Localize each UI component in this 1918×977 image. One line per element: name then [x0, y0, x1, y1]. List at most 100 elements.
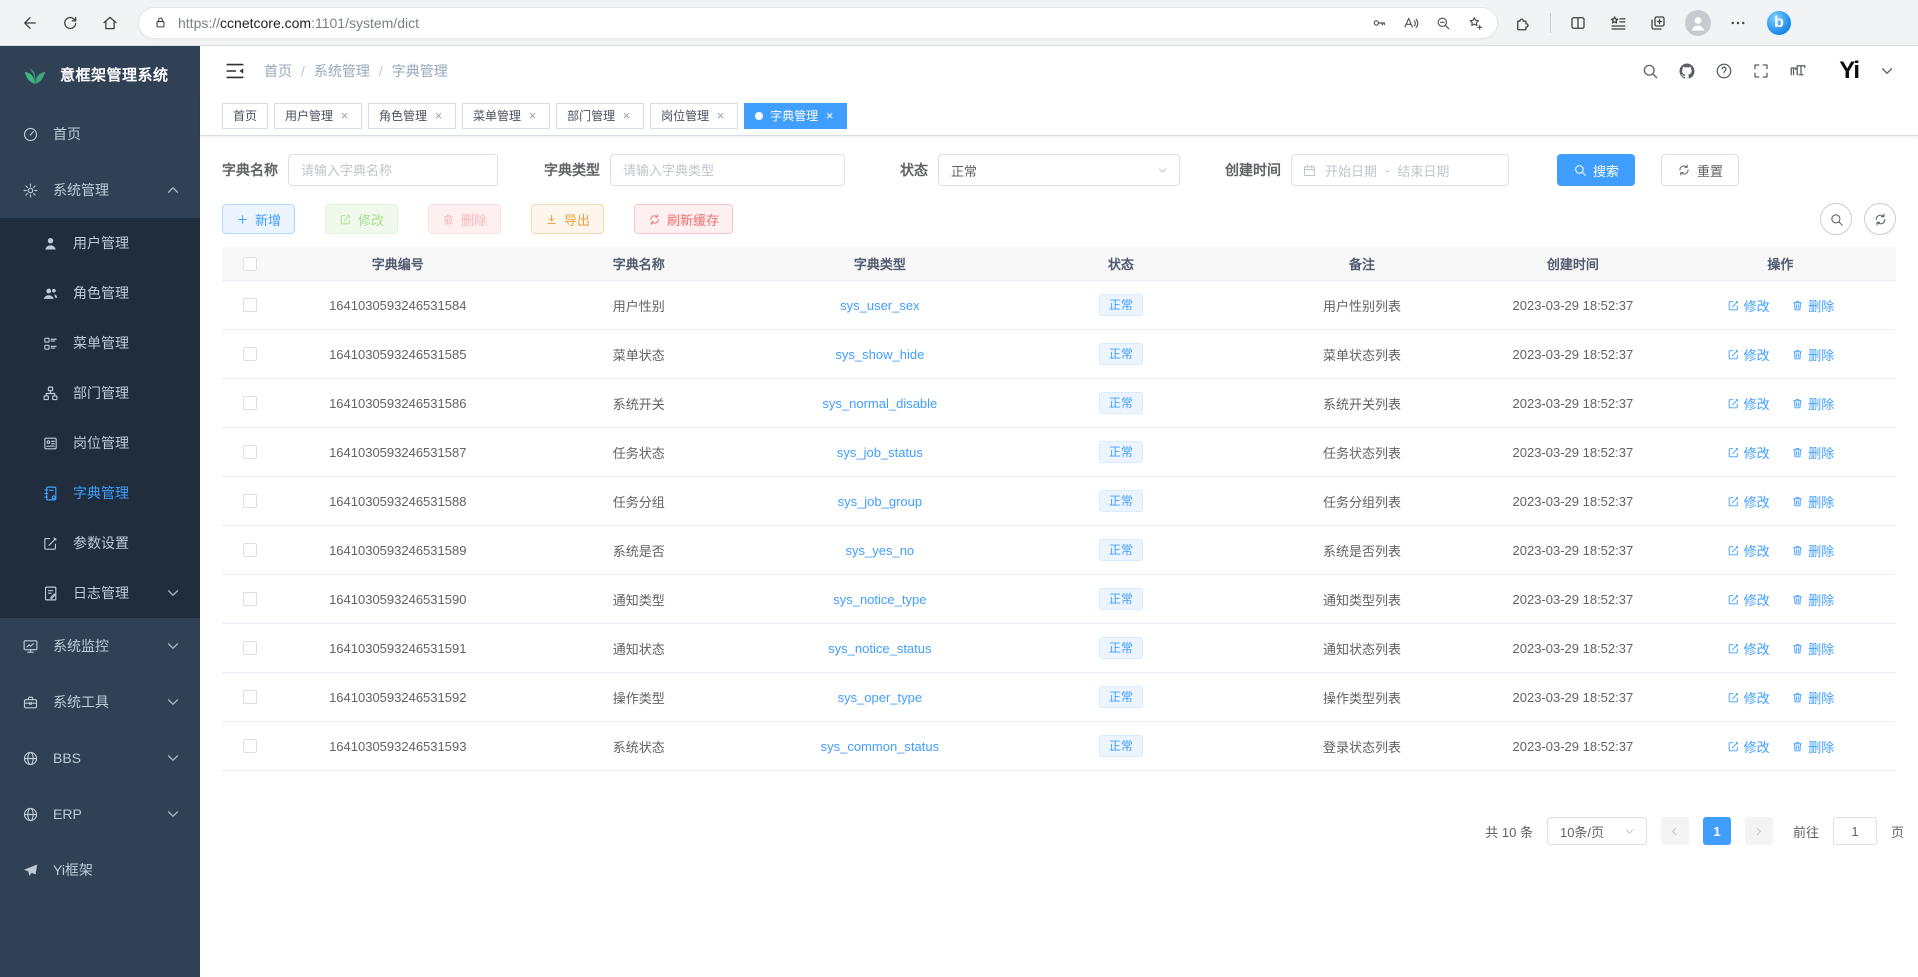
sidebar-menu-item[interactable]: 用户管理 [0, 218, 200, 268]
sidebar-menu-item[interactable]: Yi框架 [0, 842, 200, 898]
font-size-icon[interactable] [1788, 61, 1808, 81]
dict-type-input[interactable] [610, 154, 845, 186]
date-range-picker[interactable]: 开始日期 - 结束日期 [1291, 154, 1509, 186]
split-screen-icon[interactable] [1561, 6, 1595, 40]
zoom-out-icon[interactable] [1427, 9, 1459, 37]
row-delete-link[interactable]: 删除 [1791, 590, 1834, 609]
dict-type-link[interactable]: sys_job_group [838, 494, 923, 509]
dict-type-link[interactable]: sys_user_sex [840, 298, 919, 313]
sidebar-menu-item[interactable]: 角色管理 [0, 268, 200, 318]
tab-close-icon[interactable] [432, 109, 445, 122]
row-delete-link[interactable]: 删除 [1791, 443, 1834, 462]
page-tab[interactable]: 岗位管理 [650, 103, 738, 129]
page-tab[interactable]: 首页 [222, 103, 268, 129]
row-checkbox[interactable] [243, 494, 257, 508]
read-aloud-icon[interactable] [1395, 9, 1427, 37]
tab-close-icon[interactable] [526, 109, 539, 122]
search-button[interactable]: 搜索 [1557, 154, 1635, 186]
row-delete-link[interactable]: 删除 [1791, 688, 1834, 707]
delete-button[interactable]: 删除 [428, 204, 501, 234]
row-delete-link[interactable]: 删除 [1791, 492, 1834, 511]
browser-more-menu-icon[interactable] [1721, 6, 1755, 40]
page-tab[interactable]: 字典管理 [744, 103, 847, 129]
export-button[interactable]: 导出 [531, 204, 604, 234]
page-tab[interactable]: 用户管理 [274, 103, 362, 129]
reload-table-icon[interactable] [1864, 203, 1896, 235]
row-edit-link[interactable]: 修改 [1727, 492, 1770, 511]
help-icon[interactable] [1714, 61, 1734, 81]
status-select[interactable]: 正常 [938, 154, 1180, 186]
add-button[interactable]: 新增 [222, 204, 295, 234]
row-delete-link[interactable]: 删除 [1791, 296, 1834, 315]
sidebar-menu-item[interactable]: 系统工具 [0, 674, 200, 730]
lock-icon[interactable] [153, 15, 168, 30]
browser-home-button[interactable] [90, 6, 130, 40]
select-all-checkbox[interactable] [243, 257, 257, 271]
row-edit-link[interactable]: 修改 [1727, 541, 1770, 560]
row-edit-link[interactable]: 修改 [1727, 688, 1770, 707]
row-checkbox[interactable] [243, 739, 257, 753]
browser-refresh-button[interactable] [50, 6, 90, 40]
sidebar-menu-item[interactable]: 日志管理 [0, 568, 200, 618]
fullscreen-icon[interactable] [1751, 61, 1771, 81]
sidebar-menu-item[interactable]: 菜单管理 [0, 318, 200, 368]
row-edit-link[interactable]: 修改 [1727, 296, 1770, 315]
row-checkbox[interactable] [243, 347, 257, 361]
row-checkbox[interactable] [243, 592, 257, 606]
page-tab[interactable]: 角色管理 [368, 103, 456, 129]
prev-page-button[interactable] [1661, 817, 1689, 845]
sidebar-menu-item[interactable]: 部门管理 [0, 368, 200, 418]
row-checkbox[interactable] [243, 445, 257, 459]
add-favorite-icon[interactable] [1459, 9, 1491, 37]
sidebar-menu-item[interactable]: ERP [0, 786, 200, 842]
page-size-select[interactable]: 10条/页 [1547, 817, 1647, 845]
row-checkbox[interactable] [243, 641, 257, 655]
sidebar-menu-item[interactable]: 首页 [0, 106, 200, 162]
row-edit-link[interactable]: 修改 [1727, 443, 1770, 462]
dict-type-link[interactable]: sys_yes_no [846, 543, 915, 558]
breadcrumb-item[interactable]: 首页 [264, 61, 292, 81]
user-avatar-logo[interactable]: Yi [1839, 59, 1859, 83]
sidebar-menu-item[interactable]: 系统管理 [0, 162, 200, 218]
dict-type-link[interactable]: sys_common_status [821, 739, 940, 754]
password-key-icon[interactable] [1363, 9, 1395, 37]
sidebar-menu-item[interactable]: 参数设置 [0, 518, 200, 568]
avatar-dropdown-caret-icon[interactable] [1878, 62, 1896, 80]
row-checkbox[interactable] [243, 396, 257, 410]
browser-profile-avatar[interactable] [1681, 6, 1715, 40]
goto-page-input[interactable] [1833, 817, 1877, 845]
row-delete-link[interactable]: 删除 [1791, 394, 1834, 413]
next-page-button[interactable] [1745, 817, 1773, 845]
tab-close-icon[interactable] [338, 109, 351, 122]
reset-button[interactable]: 重置 [1661, 154, 1739, 186]
breadcrumb-item[interactable]: 字典管理 [370, 61, 448, 81]
dict-type-link[interactable]: sys_show_hide [835, 347, 924, 362]
tab-close-icon[interactable] [714, 109, 727, 122]
refresh-cache-button[interactable]: 刷新缓存 [634, 204, 733, 234]
dict-type-link[interactable]: sys_oper_type [838, 690, 923, 705]
row-edit-link[interactable]: 修改 [1727, 639, 1770, 658]
sidebar-menu-item[interactable]: 字典管理 [0, 468, 200, 518]
row-delete-link[interactable]: 删除 [1791, 541, 1834, 560]
dict-name-input[interactable] [288, 154, 498, 186]
collections-icon[interactable] [1641, 6, 1675, 40]
app-logo[interactable]: 意框架管理系统 [0, 46, 200, 102]
dict-type-link[interactable]: sys_normal_disable [822, 396, 937, 411]
current-page-button[interactable]: 1 [1703, 817, 1731, 845]
address-bar[interactable]: https://ccnetcore.com:1101/system/dict [138, 7, 1498, 39]
browser-essentials-icon[interactable] [1506, 6, 1540, 40]
row-checkbox[interactable] [243, 543, 257, 557]
browser-back-button[interactable] [10, 6, 50, 40]
tab-close-icon[interactable] [620, 109, 633, 122]
breadcrumb-item[interactable]: 系统管理 [292, 61, 370, 81]
favorites-icon[interactable] [1601, 6, 1635, 40]
tab-close-icon[interactable] [823, 109, 836, 122]
collapse-sidebar-icon[interactable] [222, 58, 248, 84]
row-delete-link[interactable]: 删除 [1791, 345, 1834, 364]
header-search-icon[interactable] [1640, 61, 1660, 81]
row-edit-link[interactable]: 修改 [1727, 394, 1770, 413]
sidebar-menu-item[interactable]: 岗位管理 [0, 418, 200, 468]
dict-type-link[interactable]: sys_notice_type [833, 592, 926, 607]
row-edit-link[interactable]: 修改 [1727, 737, 1770, 756]
row-edit-link[interactable]: 修改 [1727, 345, 1770, 364]
